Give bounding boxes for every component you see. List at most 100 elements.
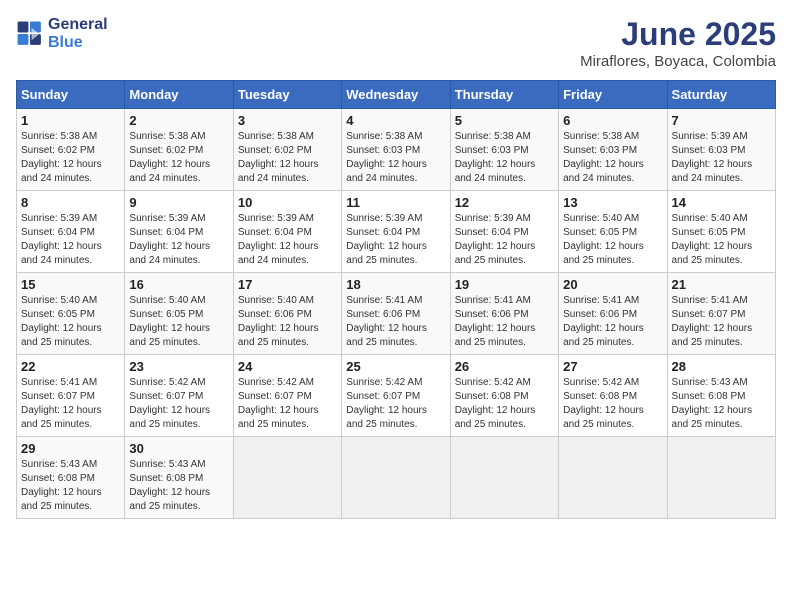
day-cell: 26 Sunrise: 5:42 AMSunset: 6:08 PMDaylig… bbox=[450, 355, 558, 437]
col-monday: Monday bbox=[125, 81, 233, 109]
day-info: Sunrise: 5:41 AMSunset: 6:06 PMDaylight:… bbox=[455, 295, 536, 348]
day-number: 19 bbox=[455, 277, 554, 292]
day-number: 9 bbox=[129, 195, 228, 210]
day-info: Sunrise: 5:40 AMSunset: 6:06 PMDaylight:… bbox=[238, 295, 319, 348]
day-cell: 19 Sunrise: 5:41 AMSunset: 6:06 PMDaylig… bbox=[450, 273, 558, 355]
day-number: 13 bbox=[563, 195, 662, 210]
day-number: 23 bbox=[129, 359, 228, 374]
day-info: Sunrise: 5:40 AMSunset: 6:05 PMDaylight:… bbox=[563, 213, 644, 266]
day-info: Sunrise: 5:42 AMSunset: 6:07 PMDaylight:… bbox=[346, 377, 427, 430]
day-info: Sunrise: 5:38 AMSunset: 6:03 PMDaylight:… bbox=[346, 131, 427, 184]
col-tuesday: Tuesday bbox=[233, 81, 341, 109]
calendar-week-row: 8 Sunrise: 5:39 AMSunset: 6:04 PMDayligh… bbox=[17, 191, 776, 273]
day-info: Sunrise: 5:43 AMSunset: 6:08 PMDaylight:… bbox=[129, 459, 210, 512]
day-info: Sunrise: 5:38 AMSunset: 6:03 PMDaylight:… bbox=[455, 131, 536, 184]
day-info: Sunrise: 5:42 AMSunset: 6:07 PMDaylight:… bbox=[129, 377, 210, 430]
empty-cell bbox=[559, 437, 667, 519]
day-cell: 27 Sunrise: 5:42 AMSunset: 6:08 PMDaylig… bbox=[559, 355, 667, 437]
day-cell: 11 Sunrise: 5:39 AMSunset: 6:04 PMDaylig… bbox=[342, 191, 450, 273]
day-cell: 29 Sunrise: 5:43 AMSunset: 6:08 PMDaylig… bbox=[17, 437, 125, 519]
header-row: Sunday Monday Tuesday Wednesday Thursday… bbox=[17, 81, 776, 109]
day-cell: 12 Sunrise: 5:39 AMSunset: 6:04 PMDaylig… bbox=[450, 191, 558, 273]
day-cell: 13 Sunrise: 5:40 AMSunset: 6:05 PMDaylig… bbox=[559, 191, 667, 273]
day-cell: 15 Sunrise: 5:40 AMSunset: 6:05 PMDaylig… bbox=[17, 273, 125, 355]
day-number: 8 bbox=[21, 195, 120, 210]
empty-cell bbox=[667, 437, 775, 519]
day-number: 14 bbox=[672, 195, 771, 210]
day-info: Sunrise: 5:39 AMSunset: 6:04 PMDaylight:… bbox=[238, 213, 319, 266]
day-info: Sunrise: 5:38 AMSunset: 6:03 PMDaylight:… bbox=[563, 131, 644, 184]
day-cell: 9 Sunrise: 5:39 AMSunset: 6:04 PMDayligh… bbox=[125, 191, 233, 273]
calendar-week-row: 22 Sunrise: 5:41 AMSunset: 6:07 PMDaylig… bbox=[17, 355, 776, 437]
day-number: 22 bbox=[21, 359, 120, 374]
empty-cell bbox=[450, 437, 558, 519]
day-number: 10 bbox=[238, 195, 337, 210]
calendar-week-row: 29 Sunrise: 5:43 AMSunset: 6:08 PMDaylig… bbox=[17, 437, 776, 519]
day-info: Sunrise: 5:40 AMSunset: 6:05 PMDaylight:… bbox=[21, 295, 102, 348]
calendar-header: Sunday Monday Tuesday Wednesday Thursday… bbox=[17, 81, 776, 109]
day-number: 4 bbox=[346, 113, 445, 128]
day-info: Sunrise: 5:41 AMSunset: 6:07 PMDaylight:… bbox=[672, 295, 753, 348]
day-cell: 23 Sunrise: 5:42 AMSunset: 6:07 PMDaylig… bbox=[125, 355, 233, 437]
day-number: 1 bbox=[21, 113, 120, 128]
calendar-table: Sunday Monday Tuesday Wednesday Thursday… bbox=[16, 80, 776, 519]
day-info: Sunrise: 5:38 AMSunset: 6:02 PMDaylight:… bbox=[21, 131, 102, 184]
day-info: Sunrise: 5:41 AMSunset: 6:06 PMDaylight:… bbox=[346, 295, 427, 348]
day-number: 6 bbox=[563, 113, 662, 128]
day-cell: 18 Sunrise: 5:41 AMSunset: 6:06 PMDaylig… bbox=[342, 273, 450, 355]
day-cell: 14 Sunrise: 5:40 AMSunset: 6:05 PMDaylig… bbox=[667, 191, 775, 273]
day-number: 21 bbox=[672, 277, 771, 292]
day-cell: 1 Sunrise: 5:38 AMSunset: 6:02 PMDayligh… bbox=[17, 109, 125, 191]
day-cell: 6 Sunrise: 5:38 AMSunset: 6:03 PMDayligh… bbox=[559, 109, 667, 191]
day-info: Sunrise: 5:40 AMSunset: 6:05 PMDaylight:… bbox=[672, 213, 753, 266]
logo: General Blue bbox=[16, 16, 108, 52]
day-info: Sunrise: 5:42 AMSunset: 6:08 PMDaylight:… bbox=[563, 377, 644, 430]
day-info: Sunrise: 5:42 AMSunset: 6:07 PMDaylight:… bbox=[238, 377, 319, 430]
empty-cell bbox=[233, 437, 341, 519]
day-cell: 24 Sunrise: 5:42 AMSunset: 6:07 PMDaylig… bbox=[233, 355, 341, 437]
title-area: June 2025 Miraflores, Boyaca, Colombia bbox=[580, 16, 776, 70]
col-wednesday: Wednesday bbox=[342, 81, 450, 109]
day-info: Sunrise: 5:39 AMSunset: 6:03 PMDaylight:… bbox=[672, 131, 753, 184]
day-number: 11 bbox=[346, 195, 445, 210]
day-number: 30 bbox=[129, 441, 228, 456]
col-sunday: Sunday bbox=[17, 81, 125, 109]
day-cell: 16 Sunrise: 5:40 AMSunset: 6:05 PMDaylig… bbox=[125, 273, 233, 355]
day-info: Sunrise: 5:38 AMSunset: 6:02 PMDaylight:… bbox=[129, 131, 210, 184]
day-number: 12 bbox=[455, 195, 554, 210]
calendar-subtitle: Miraflores, Boyaca, Colombia bbox=[580, 53, 776, 70]
day-info: Sunrise: 5:42 AMSunset: 6:08 PMDaylight:… bbox=[455, 377, 536, 430]
day-number: 3 bbox=[238, 113, 337, 128]
day-cell: 20 Sunrise: 5:41 AMSunset: 6:06 PMDaylig… bbox=[559, 273, 667, 355]
day-info: Sunrise: 5:40 AMSunset: 6:05 PMDaylight:… bbox=[129, 295, 210, 348]
day-cell: 21 Sunrise: 5:41 AMSunset: 6:07 PMDaylig… bbox=[667, 273, 775, 355]
day-number: 20 bbox=[563, 277, 662, 292]
day-number: 2 bbox=[129, 113, 228, 128]
day-cell: 17 Sunrise: 5:40 AMSunset: 6:06 PMDaylig… bbox=[233, 273, 341, 355]
day-info: Sunrise: 5:39 AMSunset: 6:04 PMDaylight:… bbox=[129, 213, 210, 266]
logo-text: General Blue bbox=[48, 16, 108, 52]
day-cell: 2 Sunrise: 5:38 AMSunset: 6:02 PMDayligh… bbox=[125, 109, 233, 191]
day-number: 24 bbox=[238, 359, 337, 374]
day-cell: 7 Sunrise: 5:39 AMSunset: 6:03 PMDayligh… bbox=[667, 109, 775, 191]
day-info: Sunrise: 5:41 AMSunset: 6:06 PMDaylight:… bbox=[563, 295, 644, 348]
day-info: Sunrise: 5:38 AMSunset: 6:02 PMDaylight:… bbox=[238, 131, 319, 184]
day-cell: 5 Sunrise: 5:38 AMSunset: 6:03 PMDayligh… bbox=[450, 109, 558, 191]
page-header: General Blue June 2025 Miraflores, Boyac… bbox=[16, 16, 776, 70]
day-cell: 25 Sunrise: 5:42 AMSunset: 6:07 PMDaylig… bbox=[342, 355, 450, 437]
day-info: Sunrise: 5:39 AMSunset: 6:04 PMDaylight:… bbox=[455, 213, 536, 266]
day-number: 27 bbox=[563, 359, 662, 374]
calendar-week-row: 15 Sunrise: 5:40 AMSunset: 6:05 PMDaylig… bbox=[17, 273, 776, 355]
day-cell: 30 Sunrise: 5:43 AMSunset: 6:08 PMDaylig… bbox=[125, 437, 233, 519]
day-info: Sunrise: 5:43 AMSunset: 6:08 PMDaylight:… bbox=[21, 459, 102, 512]
day-info: Sunrise: 5:39 AMSunset: 6:04 PMDaylight:… bbox=[21, 213, 102, 266]
day-cell: 28 Sunrise: 5:43 AMSunset: 6:08 PMDaylig… bbox=[667, 355, 775, 437]
logo-icon bbox=[16, 20, 44, 48]
day-cell: 8 Sunrise: 5:39 AMSunset: 6:04 PMDayligh… bbox=[17, 191, 125, 273]
day-info: Sunrise: 5:41 AMSunset: 6:07 PMDaylight:… bbox=[21, 377, 102, 430]
empty-cell bbox=[342, 437, 450, 519]
day-cell: 22 Sunrise: 5:41 AMSunset: 6:07 PMDaylig… bbox=[17, 355, 125, 437]
day-cell: 4 Sunrise: 5:38 AMSunset: 6:03 PMDayligh… bbox=[342, 109, 450, 191]
day-number: 16 bbox=[129, 277, 228, 292]
day-number: 29 bbox=[21, 441, 120, 456]
